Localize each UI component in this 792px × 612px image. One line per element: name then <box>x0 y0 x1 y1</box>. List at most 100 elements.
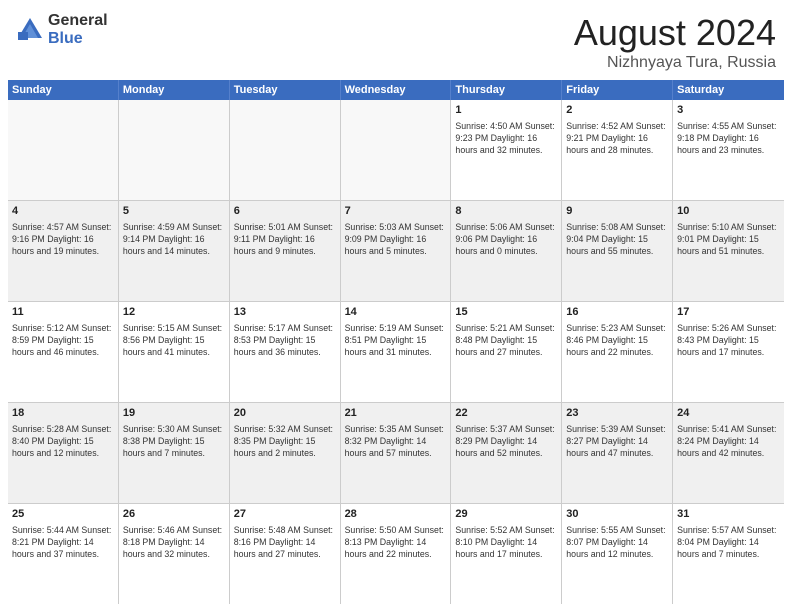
calendar-cell-r4-c3: 28 Sunrise: 5:50 AM Sunset: 8:13 PM Dayli… <box>341 504 452 604</box>
day-number: 24 <box>677 406 780 421</box>
weekday-thursday: Thursday <box>451 80 562 100</box>
calendar-cell-r2-c1: 12 Sunrise: 5:15 AM Sunset: 8:56 PM Dayli… <box>119 302 230 402</box>
day-number: 4 <box>12 204 114 219</box>
calendar-row-4: 25Sunrise: 5:44 AM Sunset: 8:21 PM Dayli… <box>8 504 784 604</box>
day-info: Sunrise: 5:32 AM Sunset: 8:35 PM Dayligh… <box>234 423 336 460</box>
day-info: Sunrise: 4:55 AM Sunset: 9:18 PM Dayligh… <box>677 120 780 157</box>
calendar-cell-r2-c2: 13 Sunrise: 5:17 AM Sunset: 8:53 PM Dayli… <box>230 302 341 402</box>
day-number: 26 <box>123 507 225 522</box>
logo-text: General Blue <box>48 12 108 47</box>
day-number: 1 <box>455 103 557 118</box>
logo-blue: Blue <box>48 30 108 48</box>
calendar-cell-r1-c5: 9 Sunrise: 5:08 AM Sunset: 9:04 PM Daylig… <box>562 201 673 301</box>
day-info: Sunrise: 5:03 AM Sunset: 9:09 PM Dayligh… <box>345 221 447 258</box>
day-number: 19 <box>123 406 225 421</box>
day-number: 21 <box>345 406 447 421</box>
day-number: 10 <box>677 204 780 219</box>
calendar-row-2: 11Sunrise: 5:12 AM Sunset: 8:59 PM Dayli… <box>8 302 784 403</box>
day-number: 25 <box>12 507 114 522</box>
day-info: Sunrise: 4:57 AM Sunset: 9:16 PM Dayligh… <box>12 221 114 258</box>
day-number: 5 <box>123 204 225 219</box>
day-number: 28 <box>345 507 447 522</box>
day-number: 17 <box>677 305 780 320</box>
calendar-cell-r3-c5: 23Sunrise: 5:39 AM Sunset: 8:27 PM Dayli… <box>562 403 673 503</box>
calendar-cell-r4-c5: 30 Sunrise: 5:55 AM Sunset: 8:07 PM Dayli… <box>562 504 673 604</box>
day-info: Sunrise: 5:21 AM Sunset: 8:48 PM Dayligh… <box>455 322 557 359</box>
weekday-friday: Friday <box>562 80 673 100</box>
calendar-cell-r2-c4: 15Sunrise: 5:21 AM Sunset: 8:48 PM Dayli… <box>451 302 562 402</box>
calendar-cell-r0-c5: 2Sunrise: 4:52 AM Sunset: 9:21 PM Daylig… <box>562 100 673 200</box>
calendar-row-1: 4 Sunrise: 4:57 AM Sunset: 9:16 PM Daylig… <box>8 201 784 302</box>
logo-icon <box>16 16 44 44</box>
day-info: Sunrise: 5:55 AM Sunset: 8:07 PM Dayligh… <box>566 524 668 561</box>
weekday-sunday: Sunday <box>8 80 119 100</box>
calendar-cell-r1-c4: 8Sunrise: 5:06 AM Sunset: 9:06 PM Daylig… <box>451 201 562 301</box>
day-info: Sunrise: 5:08 AM Sunset: 9:04 PM Dayligh… <box>566 221 668 258</box>
calendar-row-0: 1 Sunrise: 4:50 AM Sunset: 9:23 PM Daylig… <box>8 100 784 201</box>
calendar-cell-r1-c3: 7Sunrise: 5:03 AM Sunset: 9:09 PM Daylig… <box>341 201 452 301</box>
day-number: 14 <box>345 305 447 320</box>
day-info: Sunrise: 5:19 AM Sunset: 8:51 PM Dayligh… <box>345 322 447 359</box>
day-info: Sunrise: 5:28 AM Sunset: 8:40 PM Dayligh… <box>12 423 114 460</box>
title-month: August 2024 <box>574 12 776 54</box>
calendar-cell-r2-c0: 11Sunrise: 5:12 AM Sunset: 8:59 PM Dayli… <box>8 302 119 402</box>
calendar-cell-r0-c1 <box>119 100 230 200</box>
day-info: Sunrise: 5:48 AM Sunset: 8:16 PM Dayligh… <box>234 524 336 561</box>
weekday-saturday: Saturday <box>673 80 784 100</box>
calendar-cell-r4-c1: 26 Sunrise: 5:46 AM Sunset: 8:18 PM Dayli… <box>119 504 230 604</box>
day-info: Sunrise: 5:15 AM Sunset: 8:56 PM Dayligh… <box>123 322 225 359</box>
calendar-cell-r1-c6: 10Sunrise: 5:10 AM Sunset: 9:01 PM Dayli… <box>673 201 784 301</box>
day-info: Sunrise: 5:50 AM Sunset: 8:13 PM Dayligh… <box>345 524 447 561</box>
calendar: Sunday Monday Tuesday Wednesday Thursday… <box>0 80 792 612</box>
weekday-tuesday: Tuesday <box>230 80 341 100</box>
calendar-cell-r3-c1: 19Sunrise: 5:30 AM Sunset: 8:38 PM Dayli… <box>119 403 230 503</box>
day-number: 16 <box>566 305 668 320</box>
calendar-cell-r3-c3: 21 Sunrise: 5:35 AM Sunset: 8:32 PM Dayli… <box>341 403 452 503</box>
calendar-cell-r3-c0: 18 Sunrise: 5:28 AM Sunset: 8:40 PM Dayli… <box>8 403 119 503</box>
day-number: 30 <box>566 507 668 522</box>
calendar-cell-r0-c2 <box>230 100 341 200</box>
day-info: Sunrise: 5:17 AM Sunset: 8:53 PM Dayligh… <box>234 322 336 359</box>
day-number: 22 <box>455 406 557 421</box>
logo-general: General <box>48 12 108 30</box>
title-location: Nizhnyaya Tura, Russia <box>574 54 776 72</box>
calendar-cell-r0-c6: 3Sunrise: 4:55 AM Sunset: 9:18 PM Daylig… <box>673 100 784 200</box>
day-info: Sunrise: 5:41 AM Sunset: 8:24 PM Dayligh… <box>677 423 780 460</box>
day-info: Sunrise: 5:39 AM Sunset: 8:27 PM Dayligh… <box>566 423 668 460</box>
day-info: Sunrise: 5:52 AM Sunset: 8:10 PM Dayligh… <box>455 524 557 561</box>
day-number: 9 <box>566 204 668 219</box>
weekday-monday: Monday <box>119 80 230 100</box>
day-info: Sunrise: 4:52 AM Sunset: 9:21 PM Dayligh… <box>566 120 668 157</box>
calendar-cell-r1-c2: 6Sunrise: 5:01 AM Sunset: 9:11 PM Daylig… <box>230 201 341 301</box>
calendar-cell-r3-c2: 20 Sunrise: 5:32 AM Sunset: 8:35 PM Dayli… <box>230 403 341 503</box>
day-number: 6 <box>234 204 336 219</box>
calendar-header: Sunday Monday Tuesday Wednesday Thursday… <box>8 80 784 100</box>
calendar-cell-r4-c6: 31Sunrise: 5:57 AM Sunset: 8:04 PM Dayli… <box>673 504 784 604</box>
calendar-cell-r2-c3: 14 Sunrise: 5:19 AM Sunset: 8:51 PM Dayli… <box>341 302 452 402</box>
calendar-cell-r4-c4: 29Sunrise: 5:52 AM Sunset: 8:10 PM Dayli… <box>451 504 562 604</box>
day-info: Sunrise: 5:46 AM Sunset: 8:18 PM Dayligh… <box>123 524 225 561</box>
calendar-cell-r2-c5: 16Sunrise: 5:23 AM Sunset: 8:46 PM Dayli… <box>562 302 673 402</box>
calendar-cell-r4-c2: 27 Sunrise: 5:48 AM Sunset: 8:16 PM Dayli… <box>230 504 341 604</box>
day-info: Sunrise: 4:50 AM Sunset: 9:23 PM Dayligh… <box>455 120 557 157</box>
header: General Blue August 2024 Nizhnyaya Tura,… <box>0 0 792 80</box>
title-area: August 2024 Nizhnyaya Tura, Russia <box>574 12 776 72</box>
calendar-cell-r4-c0: 25Sunrise: 5:44 AM Sunset: 8:21 PM Dayli… <box>8 504 119 604</box>
day-number: 11 <box>12 305 114 320</box>
calendar-cell-r3-c6: 24 Sunrise: 5:41 AM Sunset: 8:24 PM Dayli… <box>673 403 784 503</box>
day-number: 20 <box>234 406 336 421</box>
day-number: 27 <box>234 507 336 522</box>
day-number: 13 <box>234 305 336 320</box>
calendar-cell-r1-c1: 5Sunrise: 4:59 AM Sunset: 9:14 PM Daylig… <box>119 201 230 301</box>
calendar-row-3: 18 Sunrise: 5:28 AM Sunset: 8:40 PM Dayli… <box>8 403 784 504</box>
page: General Blue August 2024 Nizhnyaya Tura,… <box>0 0 792 612</box>
day-number: 18 <box>12 406 114 421</box>
day-info: Sunrise: 5:06 AM Sunset: 9:06 PM Dayligh… <box>455 221 557 258</box>
calendar-body: 1 Sunrise: 4:50 AM Sunset: 9:23 PM Daylig… <box>8 100 784 604</box>
calendar-cell-r2-c6: 17Sunrise: 5:26 AM Sunset: 8:43 PM Dayli… <box>673 302 784 402</box>
day-info: Sunrise: 5:35 AM Sunset: 8:32 PM Dayligh… <box>345 423 447 460</box>
day-number: 12 <box>123 305 225 320</box>
calendar-cell-r0-c0 <box>8 100 119 200</box>
logo: General Blue <box>16 12 108 47</box>
calendar-cell-r1-c0: 4 Sunrise: 4:57 AM Sunset: 9:16 PM Daylig… <box>8 201 119 301</box>
